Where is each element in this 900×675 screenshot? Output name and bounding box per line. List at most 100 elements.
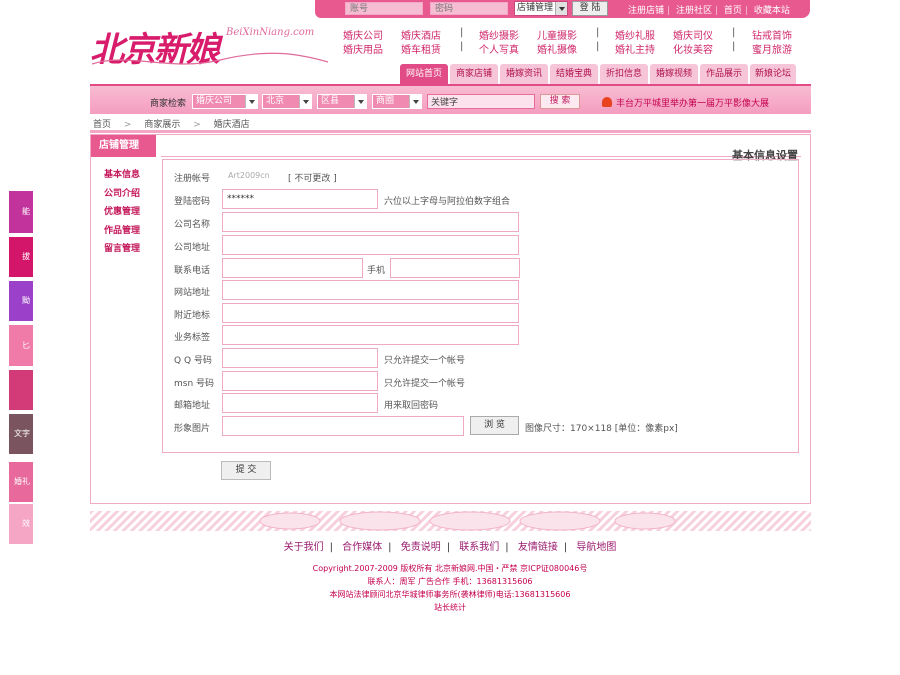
chevron-down-icon — [409, 95, 421, 108]
side-tab[interactable]: 黝 — [9, 281, 33, 321]
company-name-field[interactable] — [222, 212, 519, 232]
image-size-note: 图像尺寸：170×118 [单位：像素px] — [525, 424, 678, 434]
breadcrumb-home[interactable]: 首页 — [93, 120, 111, 130]
password-input[interactable] — [430, 2, 508, 15]
logo-swirl-icon — [91, 52, 329, 65]
cat-link[interactable]: 化妆美容 — [673, 41, 713, 56]
area-select[interactable]: 商圈 — [372, 94, 422, 109]
footer-links: 关于我们 | 合作媒体 | 免责说明 | 联系我们 | 友情链接 | 导航地图 — [283, 542, 617, 553]
image-path-field[interactable] — [222, 416, 464, 436]
city-select[interactable]: 北京 — [262, 94, 312, 109]
keyword-input[interactable] — [427, 94, 535, 109]
divider — [161, 156, 801, 157]
district-select[interactable]: 区县 — [317, 94, 367, 109]
account-row: 注册帐号 Art2009cn [ 不可更改 ] — [163, 166, 798, 186]
tab-news[interactable]: 婚嫁资讯 — [500, 64, 548, 84]
breadcrumb-sep: > — [193, 120, 201, 130]
browse-button[interactable]: 浏 览 — [470, 416, 519, 435]
footer-link-about[interactable]: 关于我们 — [284, 542, 324, 553]
breadcrumb-current: 婚庆酒店 — [213, 120, 250, 130]
cat-link[interactable]: 婚礼主持 — [615, 41, 655, 56]
breadcrumb: 首页 > 商家展示 > 婚庆酒店 — [93, 117, 250, 130]
footer-link-sitemap[interactable]: 导航地图 — [576, 542, 616, 553]
cat-link[interactable]: 婚庆公司 — [343, 27, 383, 42]
company-label: 公司名称 — [174, 220, 211, 230]
menu-messages[interactable]: 留言管理 — [104, 241, 140, 260]
tab-home[interactable]: 网站首页 — [400, 64, 448, 84]
footer-link-friends[interactable]: 友情链接 — [518, 542, 558, 553]
side-tab[interactable]: 文字 — [9, 414, 33, 454]
panel-tab: 店铺管理 — [91, 135, 156, 157]
footer-stats-link[interactable]: 站长统计 — [0, 602, 900, 613]
side-tab[interactable]: 匕 — [9, 325, 33, 366]
footer-link-disclaimer[interactable]: 免责说明 — [401, 542, 441, 553]
cat-link[interactable]: 婚庆用品 — [343, 41, 383, 56]
menu-company-intro[interactable]: 公司介绍 — [104, 186, 140, 205]
register-shop-link[interactable]: 注册店铺 — [628, 6, 664, 16]
tab-guide[interactable]: 结婚宝典 — [550, 64, 598, 84]
search-bar: 商家检索 婚庆公司 北京 区县 商圈 搜 索 丰台万平城里举办第一届万平影像大展 — [90, 84, 811, 114]
msn-field[interactable] — [222, 371, 378, 391]
tab-discounts[interactable]: 折扣信息 — [600, 64, 648, 84]
menu-basic-info[interactable]: 基本信息 — [104, 167, 140, 186]
password-field[interactable]: ****** — [222, 189, 378, 209]
category-links: 婚庆公司 婚庆酒店 | 婚纱摄影 儿童摄影 | 婚纱礼服 婚庆司仪 | 钻戒首饰… — [343, 27, 803, 56]
login-button[interactable]: 登 陆 — [572, 1, 608, 16]
tab-videos[interactable]: 婚嫁视频 — [650, 64, 698, 84]
landmark-field[interactable] — [222, 303, 519, 323]
cat-link[interactable]: 个人写真 — [479, 41, 519, 56]
cat-sep: | — [460, 41, 464, 52]
footer-link-media[interactable]: 合作媒体 — [342, 542, 382, 553]
website-field[interactable] — [222, 280, 519, 300]
login-type-select[interactable]: 店铺管理 — [514, 1, 568, 16]
cat-link[interactable]: 蜜月旅游 — [752, 41, 792, 56]
home-link[interactable]: 首页 — [724, 6, 742, 16]
category-select[interactable]: 婚庆公司 — [192, 94, 258, 109]
cat-link[interactable]: 婚庆司仪 — [673, 27, 713, 42]
breadcrumb-sep: > — [123, 120, 132, 130]
tab-shops[interactable]: 商家店铺 — [450, 64, 498, 84]
bookmark-link[interactable]: 收藏本站 — [754, 6, 790, 16]
side-tab[interactable]: 婚礼 — [9, 462, 33, 502]
tab-forum[interactable]: 新娘论坛 — [750, 64, 796, 84]
cat-link[interactable]: 婚庆酒店 — [401, 27, 441, 42]
cat-sep: | — [732, 27, 736, 38]
site-logo[interactable]: 北京新娘 BeiXinNiang.com — [90, 22, 335, 72]
website-row: 网站地址 — [163, 280, 798, 300]
cat-link[interactable]: 婚车租赁 — [401, 41, 441, 56]
cat-link[interactable]: 儿童摄影 — [537, 27, 577, 42]
city-select-value: 北京 — [266, 96, 285, 106]
menu-discounts[interactable]: 优惠管理 — [104, 204, 140, 223]
menu-works[interactable]: 作品管理 — [104, 223, 140, 242]
qq-field[interactable] — [222, 348, 378, 368]
side-tab[interactable]: 拔 — [9, 237, 33, 277]
tab-works[interactable]: 作品展示 — [700, 64, 748, 84]
basic-info-form: 注册帐号 Art2009cn [ 不可更改 ] 登陆密码 ****** 六位以上… — [162, 159, 799, 453]
company-address-field[interactable] — [222, 235, 519, 255]
side-tab[interactable] — [9, 370, 33, 410]
submit-button[interactable]: 提 交 — [221, 461, 271, 480]
breadcrumb-shops[interactable]: 商家展示 — [144, 120, 180, 130]
cat-sep: | — [460, 27, 464, 38]
cat-link[interactable]: 婚纱礼服 — [615, 27, 655, 42]
phone-field[interactable] — [222, 258, 363, 278]
search-button[interactable]: 搜 索 — [540, 94, 580, 109]
mobile-field[interactable] — [390, 258, 520, 278]
side-tab[interactable]: 能 — [9, 191, 33, 233]
website-label: 网站地址 — [174, 288, 211, 298]
email-field[interactable] — [222, 393, 378, 413]
register-community-link[interactable]: 注册社区 — [676, 6, 712, 16]
cat-link[interactable]: 婚礼摄像 — [537, 41, 577, 56]
news-ticker[interactable]: 丰台万平城里举办第一届万平影像大展 — [602, 96, 769, 109]
password-label: 登陆密码 — [174, 197, 211, 207]
email-row: 邮箱地址 用来取回密码 — [163, 393, 798, 413]
area-select-value: 商圈 — [376, 96, 395, 106]
cat-link[interactable]: 钻戒首饰 — [752, 27, 792, 42]
footer-link-contact[interactable]: 联系我们 — [459, 542, 499, 553]
business-tags-field[interactable] — [222, 325, 519, 345]
divider — [90, 130, 811, 133]
cat-link[interactable]: 婚纱摄影 — [479, 27, 519, 42]
email-note: 用来取回密码 — [384, 401, 439, 411]
footer-copyright: Copyright.2007-2009 版权所有 北京新娘网.中国・严禁 京IC… — [312, 564, 588, 573]
account-input[interactable] — [345, 2, 423, 15]
